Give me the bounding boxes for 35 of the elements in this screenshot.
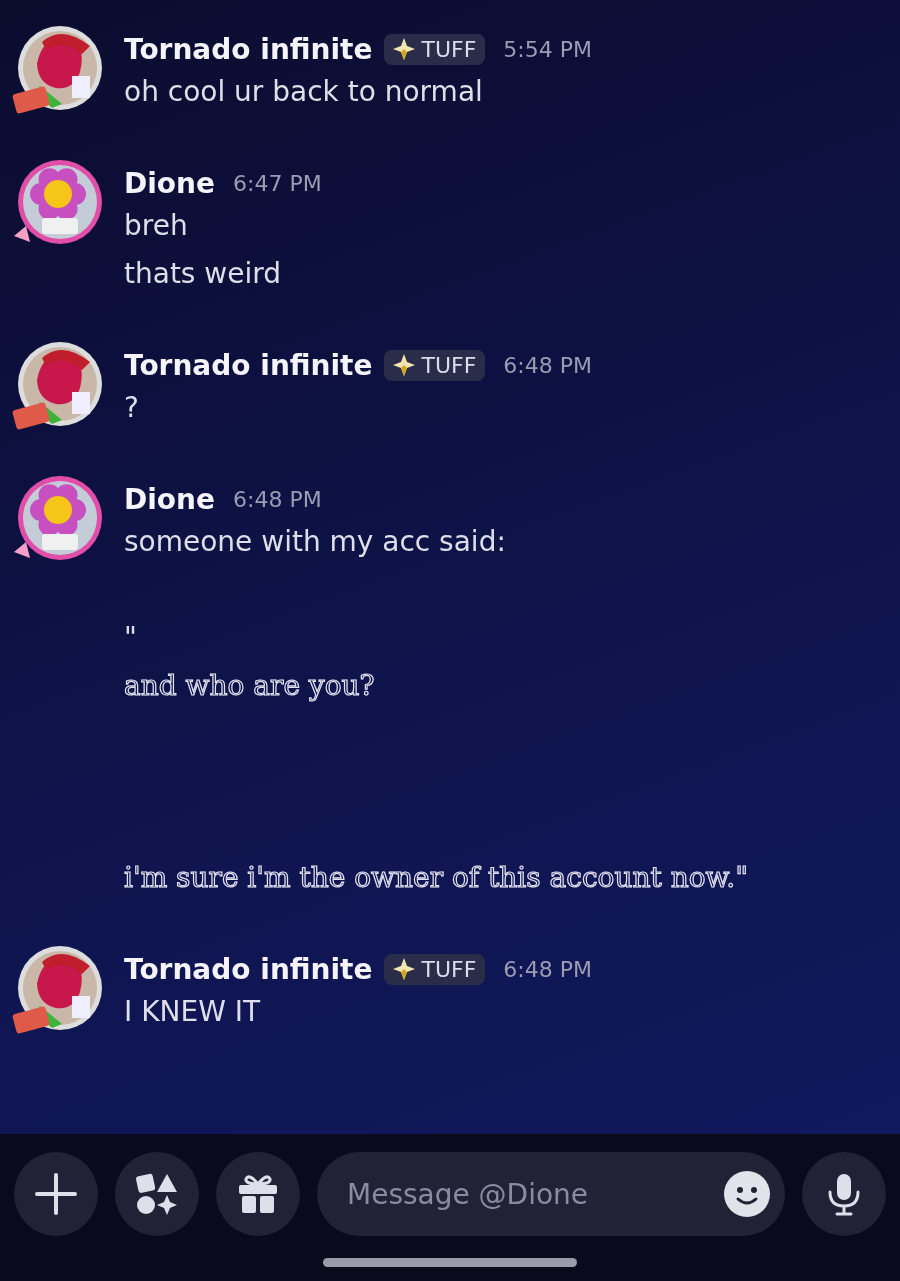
message-field[interactable]: Message @Dione [345,1176,723,1212]
avatar[interactable] [12,340,102,432]
timestamp: 6:47 PM [233,170,322,196]
message-text: I KNEW IT [124,994,261,1030]
sparkle-icon [393,38,416,60]
shapes-icon [135,1172,179,1216]
username[interactable]: Dione [124,166,215,200]
tag-badge: TUFF [384,349,486,381]
sparkle-icon [393,354,416,376]
message-text: thats weird [124,256,282,292]
message-text: breh [124,208,188,244]
message-text: " [124,620,137,656]
message-text: and who are you? [124,668,375,704]
username[interactable]: Tornado infinite [124,952,373,986]
timestamp: 5:54 PM [503,36,592,62]
tag-badge: TUFF [384,33,486,65]
plus-icon [35,1173,77,1215]
message-text: ? [124,390,139,426]
timestamp: 6:48 PM [503,956,592,982]
gift-icon [237,1173,279,1215]
username[interactable]: Tornado infinite [124,348,373,382]
avatar[interactable] [12,944,102,1036]
message-text: someone with my acc said: [124,524,506,560]
username[interactable]: Tornado infinite [124,32,373,66]
username[interactable]: Dione [124,482,215,516]
avatar[interactable] [12,24,102,116]
message-text: oh cool ur back to normal [124,74,483,110]
timestamp: 6:48 PM [233,486,322,512]
microphone-icon [826,1172,862,1216]
timestamp: 6:48 PM [503,352,592,378]
message-text: i'm sure i'm the owner of this account now." [124,860,748,896]
tag-badge: TUFF [384,953,486,985]
emoji-icon[interactable] [723,1170,771,1218]
sparkle-icon [393,958,416,980]
message-box[interactable]: Message @Dione [317,1152,785,1236]
